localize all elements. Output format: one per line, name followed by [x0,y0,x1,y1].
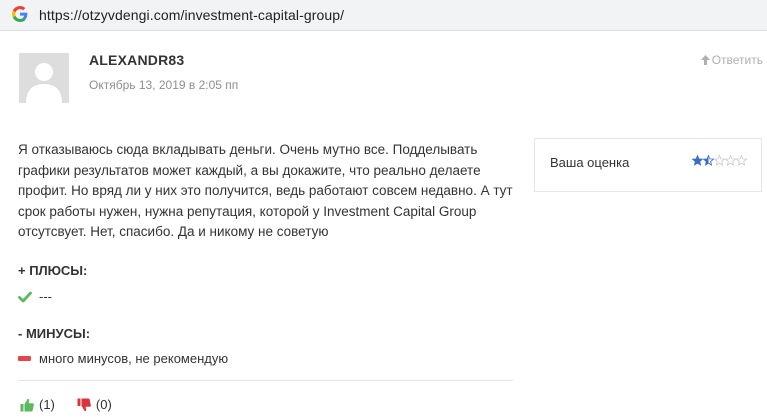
star-icon[interactable] [725,155,736,166]
reply-arrow-icon [700,55,710,67]
address-bar[interactable]: https://otzyvdengi.com/investment-capita… [0,0,767,31]
pros-item: --- [18,289,52,304]
avatar [19,53,69,103]
cons-text: много минусов, не рекомендую [39,351,229,366]
page: https://otzyvdengi.com/investment-capita… [0,0,767,420]
reply-label[interactable]: Ответить [712,53,763,67]
url-text[interactable]: https://otzyvdengi.com/investment-capita… [39,7,344,23]
comment-date: Октябрь 13, 2019 в 2:05 пп [89,78,239,92]
cons-item: много минусов, не рекомендую [18,351,228,366]
vote-bar: (1) (0) [20,397,112,412]
star-icon[interactable] [736,155,747,166]
star-icon[interactable] [703,155,714,166]
star-icon[interactable] [714,155,725,166]
pros-title: + ПЛЮСЫ: [18,263,88,278]
thumbs-up-icon [20,398,34,411]
check-icon [18,290,32,304]
dislike-button[interactable]: (0) [77,397,112,412]
rating-box: Ваша оценка [534,138,762,192]
google-icon [12,6,30,24]
reply-button[interactable]: Ответить [700,53,763,67]
star-icon[interactable] [692,155,703,166]
divider [18,380,513,381]
comment-text: Я отказываюсь сюда вкладывать деньги. Оч… [18,142,513,239]
cons-title: - МИНУСЫ: [18,326,91,341]
rating-label: Ваша оценка [550,155,630,170]
dislike-count: (0) [95,397,112,412]
like-count: (1) [39,397,55,412]
minus-icon [18,356,31,361]
like-button[interactable]: (1) [20,397,55,412]
pros-text: --- [39,289,52,304]
rating-stars[interactable] [692,155,747,166]
thumbs-down-icon [77,398,91,411]
comment-author: ALEXANDR83 [89,52,185,68]
